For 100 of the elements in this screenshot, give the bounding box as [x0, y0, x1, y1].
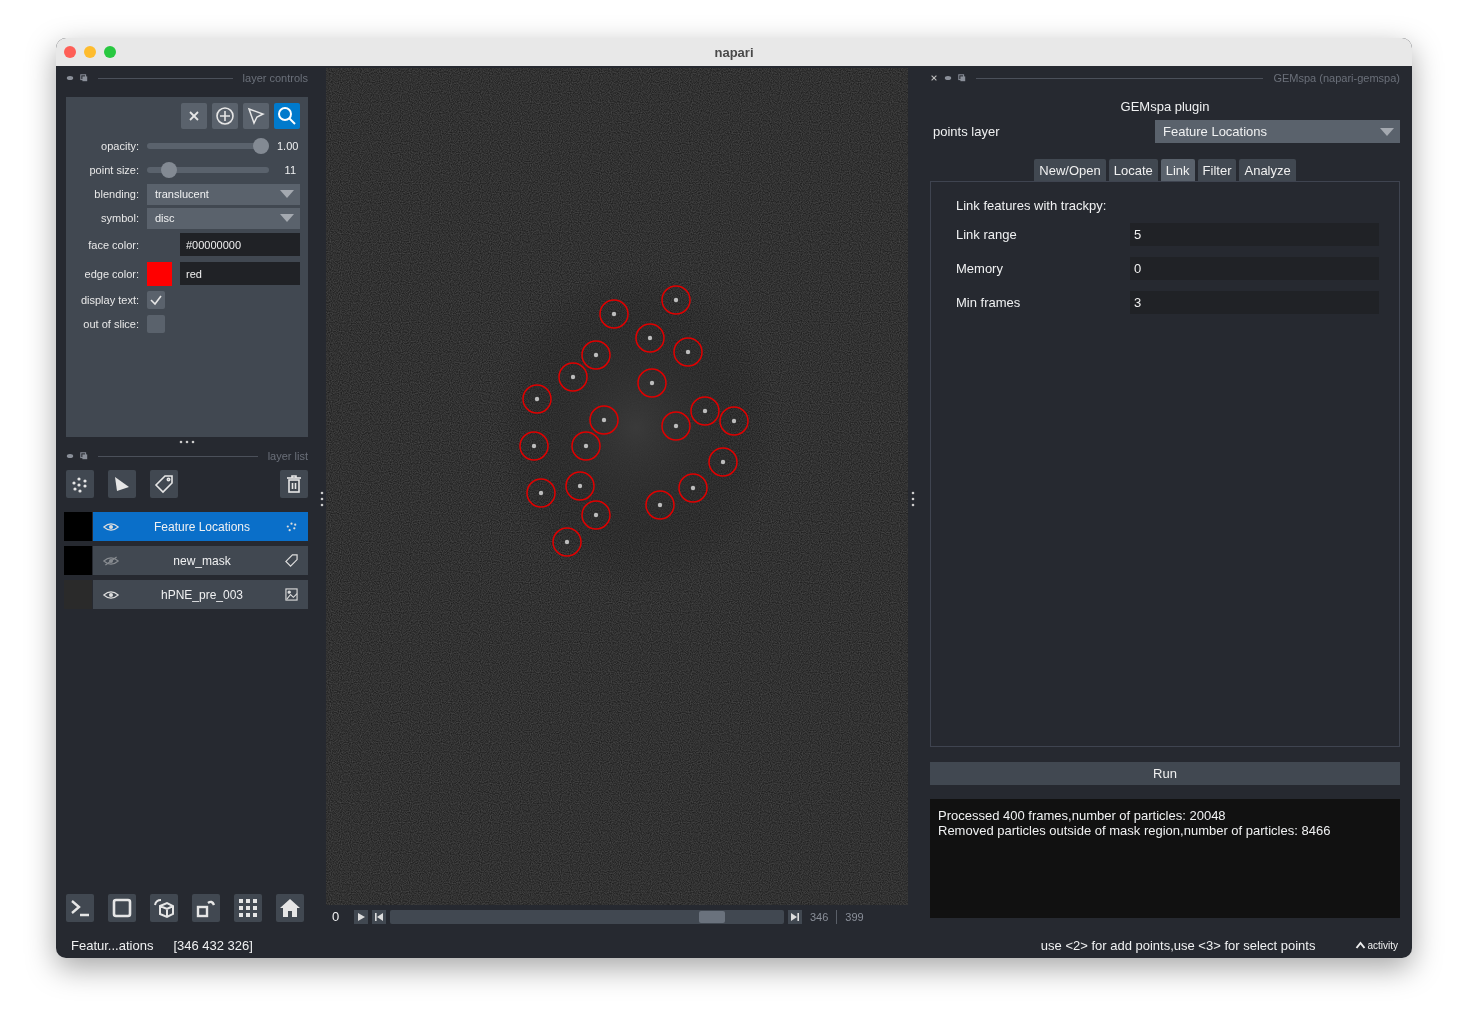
point-size-slider[interactable]	[147, 162, 269, 178]
point-marker	[661, 411, 691, 441]
display-text-label: display text:	[79, 294, 139, 306]
float-icon[interactable]	[66, 452, 74, 460]
trash-icon	[284, 474, 304, 494]
layer-item[interactable]: hPNE_pre_003	[93, 580, 308, 609]
blending-dropdown[interactable]: translucent	[147, 183, 300, 205]
labels-layer-icon	[285, 554, 298, 567]
layer-item[interactable]: new_mask	[93, 546, 308, 575]
panel-heading: Link features with trackpy:	[956, 198, 1108, 213]
edge-color-field[interactable]: red	[180, 262, 300, 285]
resize-handle-icon[interactable]	[320, 491, 324, 507]
last-frame-button[interactable]	[788, 909, 802, 924]
tag-icon	[154, 474, 174, 494]
terminal-icon	[69, 897, 91, 919]
float-icon[interactable]	[944, 74, 952, 82]
tab[interactable]: Locate	[1108, 159, 1158, 181]
edge-color-label: edge color:	[83, 267, 139, 280]
layer-item[interactable]: Feature Locations	[93, 512, 308, 541]
delete-tool-button[interactable]	[181, 103, 207, 129]
layer-name: hPNE_pre_003	[159, 587, 245, 602]
grid-button[interactable]	[234, 894, 262, 922]
image-layer-icon	[285, 588, 298, 601]
opacity-label: opacity:	[100, 140, 139, 152]
skip-back-icon	[374, 911, 384, 922]
point-marker	[558, 362, 588, 392]
select-tool-button[interactable]	[243, 103, 269, 129]
field-label: Link range	[956, 227, 1018, 242]
home-icon	[279, 897, 301, 919]
points-layer-dropdown[interactable]: Feature Locations	[1155, 120, 1400, 143]
log-line: Removed particles outside of mask region,number of particles: 8466	[938, 823, 1332, 838]
chevron-up-icon	[1355, 941, 1367, 949]
resize-handle-icon[interactable]	[179, 440, 195, 444]
home-button[interactable]	[276, 894, 304, 922]
status-coordinates: [346 432 326]	[173, 937, 253, 953]
field-label: Min frames	[956, 295, 1022, 310]
undock-icon[interactable]	[80, 74, 88, 82]
activity-button[interactable]: activity	[1355, 939, 1398, 951]
field-label: Memory	[956, 261, 1004, 276]
dock-title: layer list	[267, 450, 308, 462]
point-marker	[637, 368, 667, 398]
eye-icon[interactable]	[103, 521, 119, 532]
play-button[interactable]	[354, 909, 368, 924]
point-marker	[599, 299, 629, 329]
out-of-slice-checkbox[interactable]	[147, 315, 165, 333]
point-marker	[690, 396, 720, 426]
input-field[interactable]: 0	[1130, 257, 1379, 280]
point-size-value: 11	[283, 164, 297, 176]
point-size-label: point size:	[88, 164, 139, 176]
close-icon[interactable]	[930, 74, 938, 82]
new-labels-layer-button[interactable]	[150, 470, 178, 498]
grid-icon	[237, 897, 259, 919]
undock-icon[interactable]	[80, 452, 88, 460]
point-marker	[552, 527, 582, 557]
status-hint: use <2> for add points,use <3> for select points	[1040, 937, 1316, 953]
face-color-field[interactable]: #00000000	[180, 233, 300, 256]
console-button[interactable]	[66, 894, 94, 922]
frame-number: 0	[332, 909, 341, 924]
input-field[interactable]: 5	[1130, 223, 1379, 246]
tab[interactable]: Link	[1160, 159, 1195, 181]
dock-title: GEMspa (napari-gemspa)	[1273, 72, 1400, 84]
tab[interactable]: Filter	[1197, 159, 1237, 181]
blending-label: blending:	[93, 188, 139, 200]
point-marker	[522, 384, 552, 414]
edge-color-swatch[interactable]	[147, 261, 172, 286]
out-of-slice-label: out of slice:	[82, 318, 139, 330]
plus-circle-icon	[215, 106, 235, 126]
frame-slider[interactable]	[390, 909, 784, 924]
display-text-checkbox[interactable]	[147, 291, 165, 309]
add-tool-button[interactable]	[212, 103, 238, 129]
tab[interactable]: Analyze	[1239, 159, 1296, 181]
tab[interactable]: New/Open	[1034, 159, 1106, 181]
point-marker	[581, 340, 611, 370]
new-shapes-layer-button[interactable]	[108, 470, 136, 498]
points-layer-icon	[285, 520, 298, 533]
first-frame-button[interactable]	[372, 909, 386, 924]
pan-zoom-tool-button[interactable]	[274, 103, 300, 129]
roll-button[interactable]	[150, 894, 178, 922]
play-icon	[356, 911, 366, 922]
delete-layer-button[interactable]	[280, 470, 308, 498]
run-button[interactable]: Run	[930, 762, 1400, 785]
layer-thumbnail	[64, 512, 92, 541]
hidden-eye-icon[interactable]	[103, 555, 119, 566]
layer-name: new_mask	[172, 553, 232, 568]
ndisplay-button[interactable]	[108, 894, 136, 922]
input-field[interactable]: 3	[1130, 291, 1379, 314]
point-marker	[526, 478, 556, 508]
opacity-slider[interactable]	[147, 138, 269, 154]
transpose-button[interactable]	[192, 894, 220, 922]
float-icon[interactable]	[66, 74, 74, 82]
log-line: Processed 400 frames,number of particles: 20048	[938, 808, 1227, 823]
symbol-dropdown[interactable]: disc	[147, 207, 300, 229]
point-marker	[673, 337, 703, 367]
new-points-layer-button[interactable]	[66, 470, 94, 498]
point-marker	[635, 323, 665, 353]
search-icon	[277, 106, 297, 126]
point-marker	[661, 285, 691, 315]
undock-icon[interactable]	[958, 74, 966, 82]
eye-icon[interactable]	[103, 589, 119, 600]
resize-handle-icon[interactable]	[911, 491, 915, 507]
